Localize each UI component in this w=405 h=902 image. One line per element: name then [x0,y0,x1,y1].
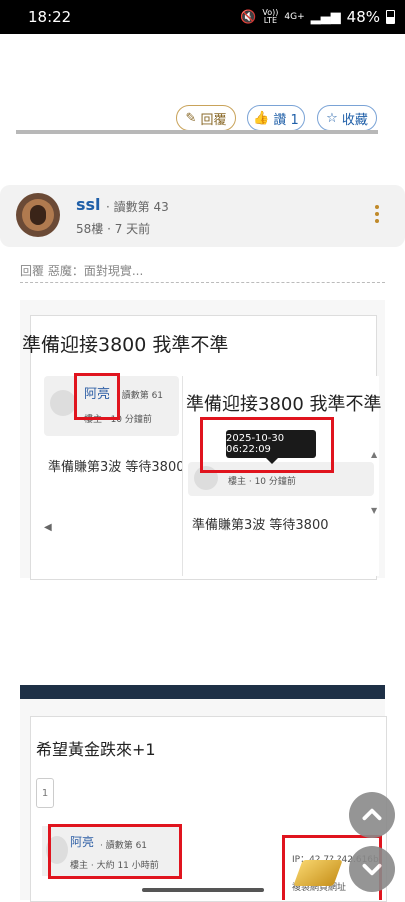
embedded-user-meta-a: · 讀數第 61 [116,391,164,401]
save-button[interactable]: ☆ 收藏 [317,105,377,131]
battery-icon [386,10,395,24]
embedded-scroll-down-icon: ▼ [371,506,378,515]
pencil-icon: ✎ [185,110,197,126]
quote-divider [20,282,385,283]
highlight-box-user-c [48,824,182,879]
highlight-box-username [74,373,120,420]
embedded-post-text-a: 準備賺第3波 等待3800 [48,460,185,475]
status-bar: 18:22 🔇 Vo)) LTE 4G+ ▂▄▆ 48% [0,0,405,34]
embedded-user-role-b: 樓主 · 10 分鐘前 [228,477,296,487]
chevron-down-icon [362,863,382,876]
embedded-title-c: 希望黃金跌來+1 [36,740,156,759]
quote-reference[interactable]: 回覆 惡魔：面對現實... [20,262,143,279]
embedded-title-a: 準備迎接3800 我準不準 [22,334,229,356]
section-divider [16,130,378,134]
star-icon: ☆ [326,110,338,126]
home-indicator[interactable] [142,888,264,892]
like-button[interactable]: 👍 讚 1 [247,105,305,131]
post-floor-time: 58樓 · 7 天前 [76,222,151,236]
battery-percent: 48% [346,8,380,26]
embedded-pager: 1 [36,778,54,808]
embedded-scroll-left-icon: ◀ [44,522,52,533]
embedded-post-text-b: 準備賺第3波 等待3800 [192,518,329,533]
mute-icon: 🔇 [240,9,257,25]
highlight-box-timestamp [200,417,334,473]
scroll-up-button[interactable] [349,792,395,838]
post-reads-meta: · 讀數第 43 [106,200,169,214]
embedded-title-b: 準備迎接3800 我準不準 [186,394,382,415]
status-time: 18:22 [28,8,72,26]
chevron-up-icon [362,808,382,821]
signal-icon: ▂▄▆ [310,9,341,25]
thumbs-up-icon: 👍 [253,110,270,126]
post-username[interactable]: ssl [76,195,101,214]
more-options-icon[interactable] [375,205,379,226]
volte-label: Vo)) LTE [262,8,279,25]
embedded-avatar-a [50,390,76,416]
network-gen-label: 4G+ [284,12,305,22]
status-icons: 🔇 Vo)) LTE 4G+ ▂▄▆ 48% [240,8,395,26]
embedded-nav-strip [20,685,385,699]
avatar[interactable] [16,193,60,237]
embedded-scroll-up-icon: ▲ [371,450,378,459]
post-header-card [0,185,405,247]
reply-button[interactable]: ✎ 回覆 [176,105,236,131]
scroll-down-button[interactable] [349,846,395,892]
